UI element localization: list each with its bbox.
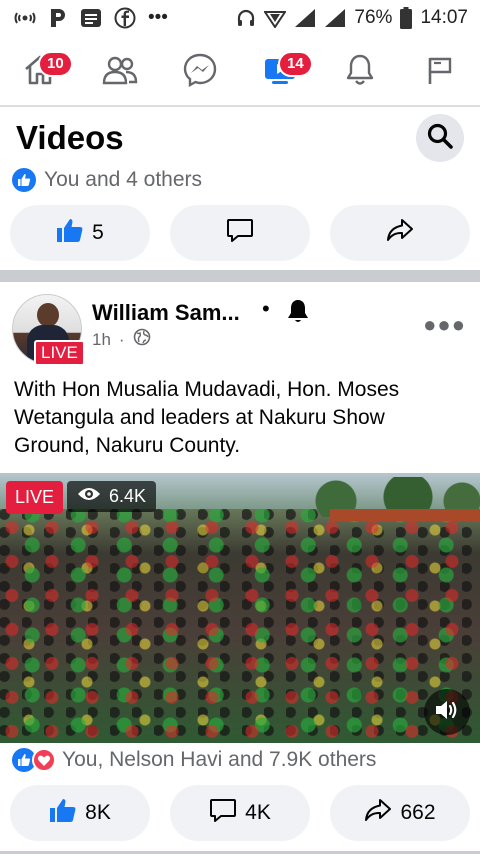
dot-separator: • <box>262 296 270 321</box>
signal-wave-icon <box>14 10 36 26</box>
post-share-button[interactable]: 662 <box>330 785 470 841</box>
post-header: LIVE William Sam... • 1h · ●●● <box>0 290 480 366</box>
videos-actions: 5 <box>10 205 470 261</box>
share-button[interactable] <box>330 205 470 261</box>
post-like-button[interactable]: 8K <box>10 785 150 841</box>
like-count: 5 <box>92 221 104 244</box>
thumbs-up-icon <box>49 797 77 829</box>
videos-header: Videos <box>0 110 480 166</box>
live-badge: LIVE <box>6 481 64 514</box>
volume-button[interactable] <box>424 689 470 735</box>
love-reaction-icon <box>32 748 56 772</box>
search-icon <box>426 122 454 155</box>
post-comment-button[interactable]: 4K <box>170 785 310 841</box>
post-meta: 1h · <box>92 328 151 351</box>
search-button[interactable] <box>416 114 464 162</box>
cell-signal-icon <box>324 8 346 28</box>
post-comment-count: 4K <box>245 801 271 824</box>
messenger-icon <box>183 53 217 92</box>
flag-icon <box>425 54 455 91</box>
bell-icon <box>345 53 375 92</box>
more-notifications-icon: ••• <box>148 7 168 28</box>
share-icon <box>364 797 392 829</box>
tab-notifications[interactable] <box>332 47 388 97</box>
comment-icon <box>209 797 237 829</box>
tab-pages[interactable] <box>412 47 468 97</box>
post-reactions[interactable]: You, Nelson Havi and 7.9K others <box>12 748 376 772</box>
section-divider <box>0 270 480 282</box>
headphones-icon <box>236 8 256 28</box>
like-button[interactable]: 5 <box>10 205 150 261</box>
avatar-live-tag: LIVE <box>34 340 85 366</box>
post-like-count: 8K <box>85 801 111 824</box>
thumbs-up-icon <box>56 217 84 249</box>
speaker-icon <box>434 698 460 727</box>
status-bar: ••• 76% 14:07 <box>0 0 480 36</box>
share-icon <box>386 217 414 249</box>
like-reaction-icon <box>12 168 36 192</box>
videos-reactions[interactable]: You and 4 others <box>12 168 202 192</box>
post-actions: 8K 4K 662 <box>10 785 470 841</box>
top-navigation: 10 14 <box>0 44 480 100</box>
facebook-icon <box>114 7 136 29</box>
p-app-icon <box>48 7 68 29</box>
tab-friends[interactable] <box>92 47 148 97</box>
globe-icon <box>133 328 151 351</box>
battery-percent: 76% <box>354 7 393 28</box>
bell-icon[interactable] <box>286 298 310 329</box>
nav-divider <box>0 105 480 107</box>
comment-button[interactable] <box>170 205 310 261</box>
tab-messenger[interactable] <box>172 47 228 97</box>
post-text: With Hon Musalia Mudavadi, Hon. Moses We… <box>14 378 400 457</box>
avatar-head <box>37 303 59 327</box>
battery-icon <box>400 7 413 29</box>
post-reactions-text: You, Nelson Havi and 7.9K others <box>62 748 377 771</box>
comment-icon <box>226 217 254 249</box>
video-player[interactable]: LIVE 6.4K <box>0 473 480 743</box>
videos-reactions-text: You and 4 others <box>44 168 203 191</box>
home-badge: 10 <box>38 51 73 77</box>
more-options-button[interactable]: ●●● <box>423 312 466 338</box>
watch-badge: 14 <box>278 51 313 77</box>
author-name[interactable]: William Sam... <box>92 300 240 326</box>
post-time: 1h <box>92 329 111 349</box>
vpn-icon <box>264 8 287 28</box>
eye-icon <box>77 486 101 507</box>
post-share-count: 662 <box>400 801 436 824</box>
page-title: Videos <box>16 119 124 156</box>
tab-home[interactable]: 10 <box>12 47 73 97</box>
friends-icon <box>102 55 138 90</box>
clock: 14:07 <box>420 7 468 28</box>
news-icon <box>80 8 102 28</box>
video-building <box>330 509 480 521</box>
tab-watch[interactable]: 14 <box>252 47 313 97</box>
viewer-count-badge: 6.4K <box>67 481 157 512</box>
meta-dot: · <box>118 329 125 349</box>
cell-signal-icon <box>294 8 316 28</box>
viewer-count: 6.4K <box>109 486 147 506</box>
